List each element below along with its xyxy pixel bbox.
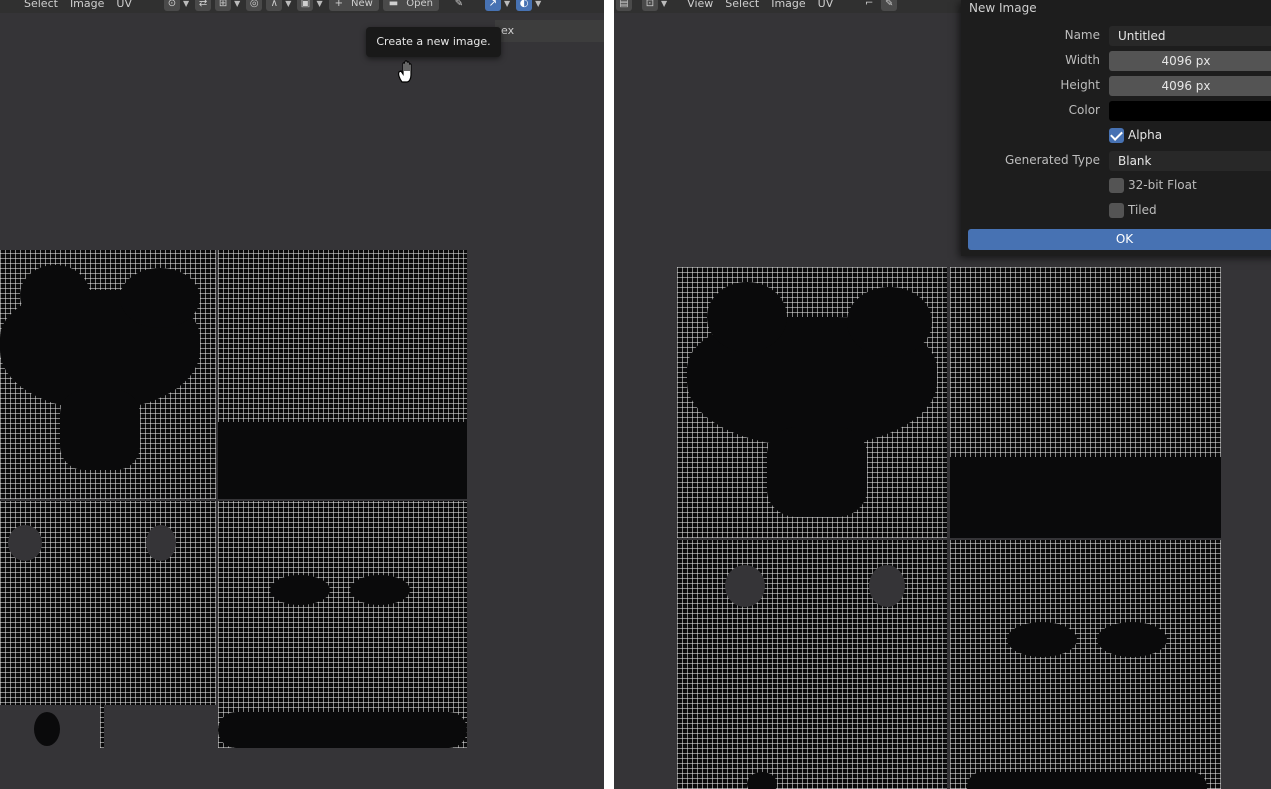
new-image-dialog: New Image Name Untitled Width 4096 px He… bbox=[961, 0, 1271, 256]
float-label: 32-bit Float bbox=[1128, 178, 1197, 192]
ok-button[interactable]: OK bbox=[968, 229, 1271, 250]
new-image-button[interactable]: + New bbox=[328, 0, 379, 11]
uv-empty-region bbox=[869, 565, 905, 607]
uv-dark-region bbox=[767, 427, 867, 517]
alpha-label: Alpha bbox=[1128, 128, 1163, 142]
pivot-icon[interactable]: ⊙ bbox=[163, 0, 180, 11]
snap-icon[interactable]: ↗ bbox=[484, 0, 501, 11]
image-editor-left: Select Image UV ⊙ ▼ ⇄ ⊞ ▼ ◎ ∧ ▼ ▣ ▼ + New ▬ Op… bbox=[0, 0, 604, 789]
uv-dark-region bbox=[34, 712, 60, 746]
float-checkbox[interactable] bbox=[1109, 178, 1124, 193]
alpha-row: Alpha bbox=[961, 126, 1271, 146]
chevron-down-icon: ▼ bbox=[316, 0, 323, 8]
chevron-down-icon: ▼ bbox=[182, 0, 190, 8]
menu-image[interactable]: Image bbox=[765, 0, 811, 10]
uv-dark-region bbox=[967, 772, 1207, 789]
tiled-label: Tiled bbox=[1128, 203, 1157, 217]
width-label: Width bbox=[1065, 53, 1100, 67]
chevron-down-icon: ▼ bbox=[503, 0, 511, 8]
uv-dark-region bbox=[218, 712, 467, 748]
uv-dark-region bbox=[847, 287, 932, 357]
tooltip-text: Create a new image. bbox=[376, 35, 491, 48]
generated-type-dropdown[interactable]: Blank bbox=[1109, 151, 1271, 171]
uv-empty-region bbox=[725, 565, 765, 607]
uv-quadrant-bottom-right bbox=[950, 540, 1221, 789]
falloff-icon[interactable]: ∧ bbox=[266, 0, 283, 11]
color-label: Color bbox=[1068, 103, 1100, 117]
select-mode-icon[interactable]: ⊞ bbox=[215, 0, 232, 11]
tiled-row: Tiled bbox=[961, 201, 1271, 221]
uv-dark-region bbox=[1097, 622, 1167, 657]
height-row: Height 4096 px bbox=[961, 76, 1271, 96]
name-field[interactable]: Untitled bbox=[1109, 26, 1271, 46]
width-field[interactable]: 4096 px bbox=[1109, 51, 1271, 71]
uv-texture-map[interactable] bbox=[677, 267, 1221, 789]
editor-header: Select Image UV ⊙ ▼ ⇄ ⊞ ▼ ◎ ∧ ▼ ▣ ▼ + New ▬ Op… bbox=[0, 0, 604, 13]
pin-icon[interactable]: ✎ bbox=[451, 0, 467, 11]
proportional-edit-icon[interactable]: ◎ bbox=[246, 0, 263, 11]
color-swatch[interactable] bbox=[1109, 101, 1271, 121]
width-row: Width 4096 px bbox=[961, 51, 1271, 71]
overlay-icon[interactable]: ◐ bbox=[516, 0, 533, 11]
chevron-down-icon: ▼ bbox=[535, 0, 542, 8]
chevron-down-icon: ▼ bbox=[285, 0, 292, 8]
menu-image[interactable]: Image bbox=[64, 0, 110, 10]
uv-quadrant-bottom-right bbox=[218, 501, 467, 748]
sync-selection-icon[interactable]: ✎ bbox=[881, 0, 898, 11]
tooltip: Create a new image. bbox=[366, 27, 501, 57]
uv-dark-region bbox=[218, 422, 467, 499]
height-label: Height bbox=[1060, 78, 1100, 92]
menu-select[interactable]: Select bbox=[18, 0, 64, 10]
uv-dark-region bbox=[1007, 622, 1077, 657]
editor-type-icon[interactable]: ▤ bbox=[616, 0, 632, 11]
alpha-checkbox[interactable] bbox=[1109, 128, 1124, 143]
uv-dark-region bbox=[270, 575, 330, 605]
height-field[interactable]: 4096 px bbox=[1109, 76, 1271, 96]
menu-select[interactable]: Select bbox=[719, 0, 765, 10]
hand-cursor-icon bbox=[398, 60, 412, 83]
uv-dark-region bbox=[747, 772, 777, 789]
open-label: Open bbox=[406, 0, 433, 9]
float-row: 32-bit Float bbox=[961, 176, 1271, 196]
sidebar-tab[interactable]: ex bbox=[495, 20, 604, 42]
uv-dark-region bbox=[350, 575, 410, 605]
sync-selection-icon[interactable]: ⇄ bbox=[195, 0, 212, 11]
name-row: Name Untitled bbox=[961, 26, 1271, 46]
uv-dark-region bbox=[707, 282, 787, 352]
menu-view[interactable]: View bbox=[681, 0, 719, 10]
tiled-checkbox[interactable] bbox=[1109, 203, 1124, 218]
uv-dark-region bbox=[20, 265, 90, 325]
pivot-icon[interactable]: ⌐ bbox=[861, 0, 877, 11]
uv-dark-region bbox=[60, 390, 140, 470]
plus-icon: + bbox=[334, 0, 343, 9]
open-image-button[interactable]: ▬ Open bbox=[382, 0, 439, 11]
image-editor-right: ▤ ⊡ ▼ View Select Image UV ⌐ ✎ New Image … bbox=[614, 0, 1271, 789]
generated-type-label: Generated Type bbox=[1004, 153, 1100, 167]
uv-texture-map[interactable] bbox=[0, 250, 467, 748]
color-row: Color bbox=[961, 101, 1271, 121]
uv-empty-region bbox=[8, 525, 42, 561]
generated-type-row: Generated Type Blank bbox=[961, 151, 1271, 171]
tab-label: ex bbox=[501, 24, 515, 37]
new-label: New bbox=[350, 0, 373, 9]
mode-icon[interactable]: ⊡ bbox=[642, 0, 658, 11]
chevron-down-icon: ▼ bbox=[234, 0, 241, 8]
uv-empty-region bbox=[146, 525, 176, 561]
name-label: Name bbox=[1064, 28, 1100, 42]
image-browse-icon[interactable]: ▣ bbox=[297, 0, 314, 11]
menu-uv[interactable]: UV bbox=[110, 0, 138, 10]
menu-uv[interactable]: UV bbox=[812, 0, 840, 10]
uv-dark-region bbox=[120, 268, 200, 328]
uv-quadrant-bottom-left bbox=[677, 540, 947, 789]
folder-icon: ▬ bbox=[388, 0, 399, 9]
dialog-title: New Image bbox=[969, 1, 1037, 15]
uv-empty-region bbox=[104, 705, 216, 748]
chevron-down-icon: ▼ bbox=[661, 0, 668, 8]
uv-dark-region bbox=[950, 457, 1221, 538]
